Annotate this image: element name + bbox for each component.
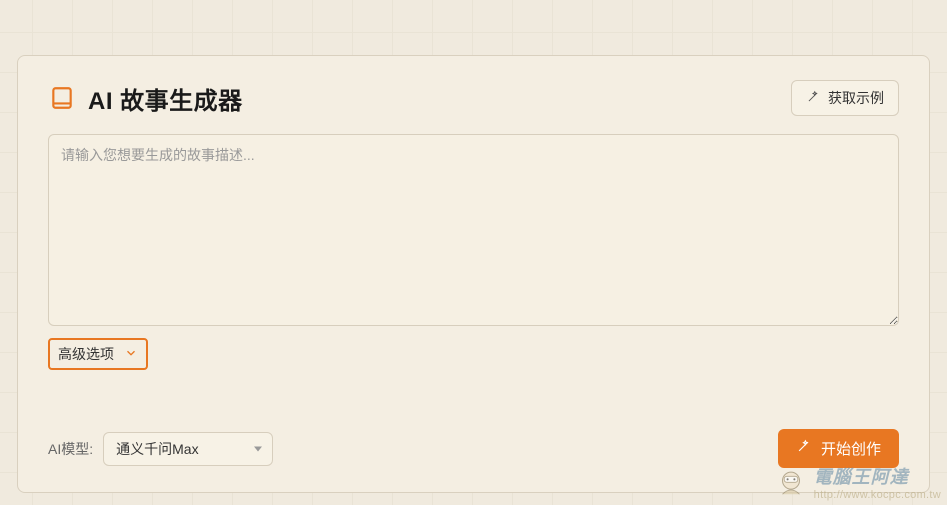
footer-row: AI模型: 通义千问Max 开始创作 xyxy=(48,407,899,468)
advanced-row: 高级选项 xyxy=(48,338,899,370)
start-create-label: 开始创作 xyxy=(821,438,881,459)
advanced-options-toggle[interactable]: 高级选项 xyxy=(48,338,148,370)
wand-icon xyxy=(796,439,811,458)
generator-card: AI 故事生成器 获取示例 高级选项 AI模型: 通义千问Max xyxy=(17,55,930,493)
chevron-down-icon xyxy=(124,346,138,363)
model-select[interactable]: 通义千问Max xyxy=(103,432,273,466)
get-example-label: 获取示例 xyxy=(828,88,884,108)
advanced-options-label: 高级选项 xyxy=(58,344,114,364)
wand-icon xyxy=(806,90,820,107)
story-prompt-input[interactable] xyxy=(48,134,899,326)
model-group: AI模型: 通义千问Max xyxy=(48,432,273,466)
header-row: AI 故事生成器 获取示例 xyxy=(48,80,899,116)
book-icon xyxy=(48,84,76,112)
start-create-button[interactable]: 开始创作 xyxy=(778,429,899,468)
get-example-button[interactable]: 获取示例 xyxy=(791,80,899,116)
page-title: AI 故事生成器 xyxy=(88,81,243,116)
model-label: AI模型: xyxy=(48,439,93,459)
title-group: AI 故事生成器 xyxy=(48,81,243,116)
model-selected-value: 通义千问Max xyxy=(116,439,198,459)
